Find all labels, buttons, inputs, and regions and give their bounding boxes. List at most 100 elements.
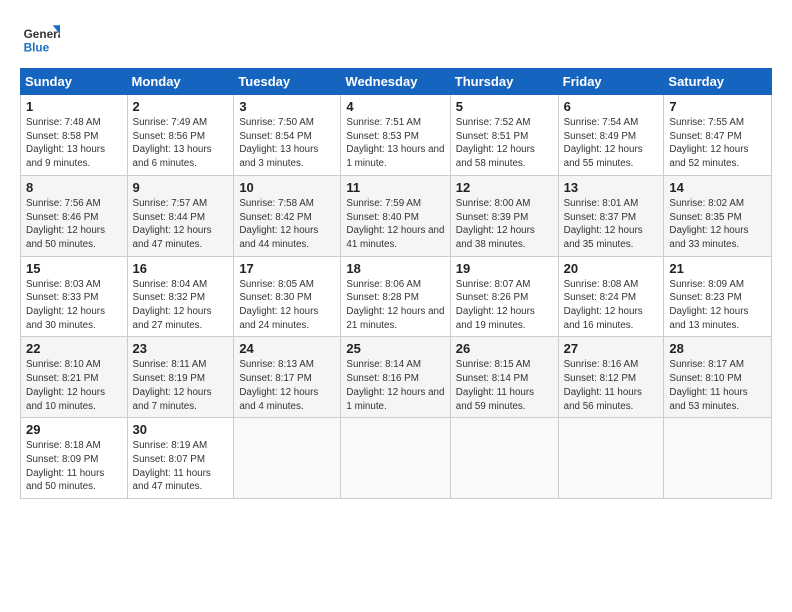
day-info: Sunrise: 7:55 AMSunset: 8:47 PMDaylight:…: [669, 116, 766, 171]
header: General Blue: [20, 18, 772, 58]
day-info: Sunrise: 8:13 AMSunset: 8:17 PMDaylight:…: [239, 358, 335, 413]
day-number: 20: [564, 261, 659, 276]
day-number: 19: [456, 261, 553, 276]
day-number: 15: [26, 261, 122, 276]
calendar-cell: 12 Sunrise: 8:00 AMSunset: 8:39 PMDayligh…: [450, 175, 558, 256]
day-number: 1: [26, 99, 122, 114]
day-info: Sunrise: 7:52 AMSunset: 8:51 PMDaylight:…: [456, 116, 553, 171]
calendar-cell: 14 Sunrise: 8:02 AMSunset: 8:35 PMDayligh…: [664, 175, 772, 256]
day-number: 21: [669, 261, 766, 276]
calendar-week-row: 22Sunrise: 8:10 AMSunset: 8:21 PMDayligh…: [21, 337, 772, 418]
day-of-week-header: Saturday: [664, 69, 772, 95]
day-number: 10: [239, 180, 335, 195]
day-info: Sunrise: 8:04 AMSunset: 8:32 PMDaylight:…: [133, 278, 229, 333]
day-number: 9: [133, 180, 229, 195]
day-info: Sunrise: 8:15 AMSunset: 8:14 PMDaylight:…: [456, 358, 553, 413]
day-number: 5: [456, 99, 553, 114]
day-number: 24: [239, 341, 335, 356]
calendar-cell: 11 Sunrise: 7:59 AMSunset: 8:40 PMDayligh…: [341, 175, 450, 256]
calendar-week-row: 15 Sunrise: 8:03 AMSunset: 8:33 PMDayligh…: [21, 256, 772, 337]
day-number: 25: [346, 341, 444, 356]
calendar-cell: 6 Sunrise: 7:54 AMSunset: 8:49 PMDaylight…: [558, 95, 664, 176]
day-info: Sunrise: 7:51 AMSunset: 8:53 PMDaylight:…: [346, 116, 444, 171]
day-number: 29: [26, 422, 122, 437]
day-number: 4: [346, 99, 444, 114]
day-of-week-header: Wednesday: [341, 69, 450, 95]
calendar-week-row: 8 Sunrise: 7:56 AMSunset: 8:46 PMDaylight…: [21, 175, 772, 256]
calendar-cell: 27 Sunrise: 8:16 AMSunset: 8:12 PMDayligh…: [558, 337, 664, 418]
calendar-cell: 5 Sunrise: 7:52 AMSunset: 8:51 PMDaylight…: [450, 95, 558, 176]
day-number: 26: [456, 341, 553, 356]
calendar-cell: 18 Sunrise: 8:06 AMSunset: 8:28 PMDayligh…: [341, 256, 450, 337]
calendar-cell: 29 Sunrise: 8:18 AMSunset: 8:09 PMDayligh…: [21, 418, 128, 499]
day-number: 30: [133, 422, 229, 437]
calendar-cell: 17 Sunrise: 8:05 AMSunset: 8:30 PMDayligh…: [234, 256, 341, 337]
day-number: 18: [346, 261, 444, 276]
calendar-cell: 9 Sunrise: 7:57 AMSunset: 8:44 PMDaylight…: [127, 175, 234, 256]
day-info: Sunrise: 7:54 AMSunset: 8:49 PMDaylight:…: [564, 116, 659, 171]
calendar-week-row: 29 Sunrise: 8:18 AMSunset: 8:09 PMDayligh…: [21, 418, 772, 499]
calendar-cell: 22Sunrise: 8:10 AMSunset: 8:21 PMDayligh…: [21, 337, 128, 418]
day-of-week-header: Monday: [127, 69, 234, 95]
day-info: Sunrise: 8:00 AMSunset: 8:39 PMDaylight:…: [456, 197, 553, 252]
day-number: 8: [26, 180, 122, 195]
day-number: 17: [239, 261, 335, 276]
day-info: Sunrise: 8:03 AMSunset: 8:33 PMDaylight:…: [26, 278, 122, 333]
day-number: 28: [669, 341, 766, 356]
day-info: Sunrise: 8:02 AMSunset: 8:35 PMDaylight:…: [669, 197, 766, 252]
day-number: 2: [133, 99, 229, 114]
calendar-cell: [234, 418, 341, 499]
day-info: Sunrise: 8:05 AMSunset: 8:30 PMDaylight:…: [239, 278, 335, 333]
logo: General Blue: [20, 18, 60, 58]
calendar-cell: 23 Sunrise: 8:11 AMSunset: 8:19 PMDayligh…: [127, 337, 234, 418]
calendar-cell: 28 Sunrise: 8:17 AMSunset: 8:10 PMDayligh…: [664, 337, 772, 418]
calendar-cell: 4 Sunrise: 7:51 AMSunset: 8:53 PMDaylight…: [341, 95, 450, 176]
day-info: Sunrise: 7:58 AMSunset: 8:42 PMDaylight:…: [239, 197, 335, 252]
day-info: Sunrise: 8:01 AMSunset: 8:37 PMDaylight:…: [564, 197, 659, 252]
calendar-cell: 1 Sunrise: 7:48 AMSunset: 8:58 PMDaylight…: [21, 95, 128, 176]
calendar-cell: 30 Sunrise: 8:19 AMSunset: 8:07 PMDayligh…: [127, 418, 234, 499]
calendar-cell: 25 Sunrise: 8:14 AMSunset: 8:16 PMDayligh…: [341, 337, 450, 418]
calendar-cell: 19Sunrise: 8:07 AMSunset: 8:26 PMDayligh…: [450, 256, 558, 337]
day-number: 23: [133, 341, 229, 356]
day-info: Sunrise: 7:59 AMSunset: 8:40 PMDaylight:…: [346, 197, 444, 252]
calendar-cell: 10 Sunrise: 7:58 AMSunset: 8:42 PMDayligh…: [234, 175, 341, 256]
day-info: Sunrise: 7:49 AMSunset: 8:56 PMDaylight:…: [133, 116, 229, 171]
day-info: Sunrise: 7:56 AMSunset: 8:46 PMDaylight:…: [26, 197, 122, 252]
day-number: 14: [669, 180, 766, 195]
day-number: 3: [239, 99, 335, 114]
day-info: Sunrise: 8:11 AMSunset: 8:19 PMDaylight:…: [133, 358, 229, 413]
day-of-week-header: Friday: [558, 69, 664, 95]
day-number: 27: [564, 341, 659, 356]
calendar-cell: 16Sunrise: 8:04 AMSunset: 8:32 PMDayligh…: [127, 256, 234, 337]
calendar-cell: 13 Sunrise: 8:01 AMSunset: 8:37 PMDayligh…: [558, 175, 664, 256]
day-info: Sunrise: 8:17 AMSunset: 8:10 PMDaylight:…: [669, 358, 766, 413]
calendar-week-row: 1 Sunrise: 7:48 AMSunset: 8:58 PMDaylight…: [21, 95, 772, 176]
page: General Blue SundayMondayTuesdayWednesda…: [0, 0, 792, 612]
calendar-cell: 15 Sunrise: 8:03 AMSunset: 8:33 PMDayligh…: [21, 256, 128, 337]
day-info: Sunrise: 8:18 AMSunset: 8:09 PMDaylight:…: [26, 439, 122, 494]
calendar-cell: 24 Sunrise: 8:13 AMSunset: 8:17 PMDayligh…: [234, 337, 341, 418]
day-number: 11: [346, 180, 444, 195]
calendar-cell: 20Sunrise: 8:08 AMSunset: 8:24 PMDayligh…: [558, 256, 664, 337]
day-of-week-header: Thursday: [450, 69, 558, 95]
calendar-cell: 2 Sunrise: 7:49 AMSunset: 8:56 PMDaylight…: [127, 95, 234, 176]
day-info: Sunrise: 7:57 AMSunset: 8:44 PMDaylight:…: [133, 197, 229, 252]
day-info: Sunrise: 8:19 AMSunset: 8:07 PMDaylight:…: [133, 439, 229, 494]
day-number: 6: [564, 99, 659, 114]
day-info: Sunrise: 8:14 AMSunset: 8:16 PMDaylight:…: [346, 358, 444, 413]
logo-icon: General Blue: [20, 18, 60, 58]
day-info: Sunrise: 8:16 AMSunset: 8:12 PMDaylight:…: [564, 358, 659, 413]
day-number: 12: [456, 180, 553, 195]
day-number: 7: [669, 99, 766, 114]
calendar-cell: 7 Sunrise: 7:55 AMSunset: 8:47 PMDaylight…: [664, 95, 772, 176]
day-of-week-header: Tuesday: [234, 69, 341, 95]
day-info: Sunrise: 8:06 AMSunset: 8:28 PMDaylight:…: [346, 278, 444, 333]
day-info: Sunrise: 7:50 AMSunset: 8:54 PMDaylight:…: [239, 116, 335, 171]
calendar-cell: 26 Sunrise: 8:15 AMSunset: 8:14 PMDayligh…: [450, 337, 558, 418]
day-number: 13: [564, 180, 659, 195]
calendar-cell: 21Sunrise: 8:09 AMSunset: 8:23 PMDayligh…: [664, 256, 772, 337]
calendar-table: SundayMondayTuesdayWednesdayThursdayFrid…: [20, 68, 772, 499]
calendar-cell: 8 Sunrise: 7:56 AMSunset: 8:46 PMDaylight…: [21, 175, 128, 256]
day-info: Sunrise: 7:48 AMSunset: 8:58 PMDaylight:…: [26, 116, 122, 171]
